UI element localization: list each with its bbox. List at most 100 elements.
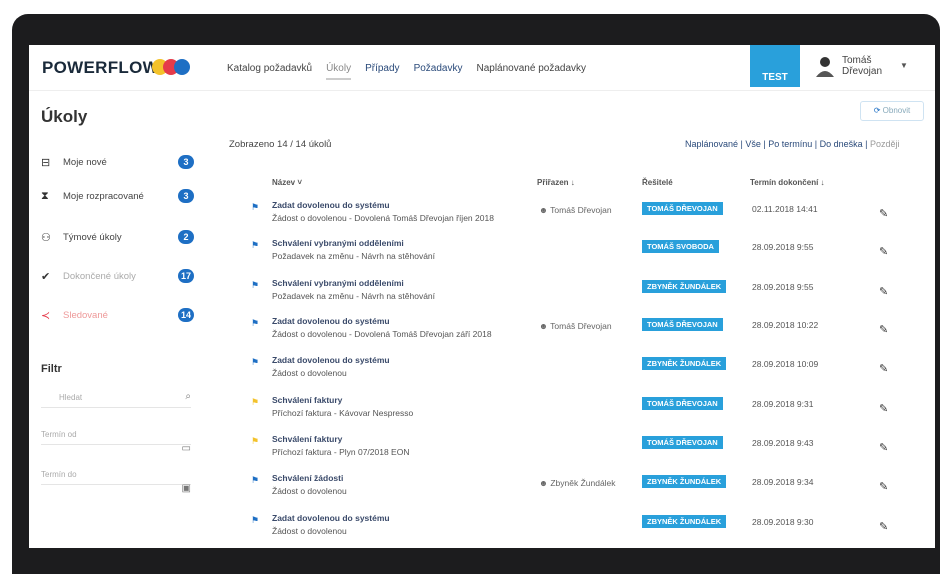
resolver-badge: TOMÁŠ DŘEVOJAN [642, 318, 723, 331]
assignee-name: Tomáš Dřevojan [550, 321, 612, 331]
task-description: Žádost o dovolenou [272, 486, 347, 496]
count-badge: 14 [178, 308, 195, 322]
task-name[interactable]: Zadat dovolenou do systému [272, 200, 390, 210]
task-name[interactable]: Schválení vybranými odděleními [272, 238, 404, 248]
count-badge: 17 [178, 269, 195, 283]
flag-icon: ⚑ [251, 318, 260, 328]
sidebar-item-my-new[interactable]: ⊟ Moje nové 3 [41, 153, 201, 173]
sort-option-planned[interactable]: Naplánované [685, 139, 738, 149]
sidebar-item-my-in-progress[interactable]: ⧗ Moje rozpracované 3 [41, 187, 201, 207]
main-menu: Katalog požadavků Úkoly Případy Požadavk… [227, 63, 586, 80]
resolver-badge: TOMÁŠ DŘEVOJAN [642, 202, 723, 215]
edit-pencil-icon[interactable]: ✎ [879, 362, 888, 375]
sort-option-today[interactable]: Do dneška [820, 139, 863, 149]
column-header-name[interactable]: Název ˅ [272, 178, 302, 187]
edit-pencil-icon[interactable]: ✎ [879, 285, 888, 298]
task-description: Požadavek na změnu - Návrh na stěhování [272, 251, 436, 261]
sort-option-all[interactable]: Vše [745, 139, 761, 149]
count-badge: 3 [178, 155, 194, 169]
column-header-assigned[interactable]: Přiřazen ↓ [537, 178, 575, 187]
count-badge: 2 [178, 230, 194, 244]
edit-pencil-icon[interactable]: ✎ [879, 441, 888, 454]
task-name[interactable]: Zadat dovolenou do systému [272, 513, 390, 523]
task-name[interactable]: Zadat dovolenou do systému [272, 355, 390, 365]
task-description: Příchozí faktura - Plyn 07/2018 EON [272, 447, 410, 457]
edit-pencil-icon[interactable]: ✎ [879, 402, 888, 415]
sort-option-later[interactable]: Později [870, 139, 900, 149]
resolver-badge: ZBYNĚK ŽUNDÁLEK [642, 475, 727, 488]
task-name[interactable]: Zadat dovolenou do systému [272, 316, 390, 326]
table-row[interactable]: ⚑ Schválení faktury Příchozí faktura - Ply… [229, 431, 929, 469]
nav-link-tasks[interactable]: Úkoly [326, 63, 352, 80]
app-logo[interactable]: POWERFLOW [42, 58, 159, 78]
sidebar-item-label: Sledované [63, 310, 108, 321]
nav-link-catalog[interactable]: Katalog požadavků [227, 63, 312, 80]
flag-icon: ⚑ [251, 475, 260, 485]
calendar-icon: ▭ [181, 443, 191, 454]
edit-pencil-icon[interactable]: ✎ [879, 323, 888, 336]
shown-count: Zobrazeno 14 / 14 úkolů [229, 139, 332, 150]
table-row[interactable]: ⚑ Schválení žádosti Žádost o dovolenou ☻ Zb… [229, 470, 929, 508]
edit-pencil-icon[interactable]: ✎ [879, 245, 888, 258]
inbox-icon: ⊟ [41, 157, 51, 169]
filter-date-from-field[interactable]: Termín od ▭ [41, 425, 191, 454]
filter-date-to-field[interactable]: Termín do ▣ [41, 465, 191, 494]
task-assignee: ☻ Tomáš Dřevojan [539, 205, 612, 215]
task-deadline: 28.09.2018 9:55 [752, 242, 814, 252]
task-name[interactable]: Schválení faktury [272, 395, 342, 405]
table-row[interactable]: ⚑ Zadat dovolenou do systému Žádost o dovo… [229, 510, 929, 548]
resolver-badge: ZBYNĚK ŽUNDÁLEK [642, 280, 727, 293]
task-name[interactable]: Schválení žádosti [272, 473, 343, 483]
task-deadline: 28.09.2018 9:31 [752, 399, 814, 409]
task-deadline: 28.09.2018 10:22 [752, 320, 819, 330]
table-row[interactable]: ⚑ Zadat dovolenou do systému Žádost o dovo… [229, 352, 929, 390]
filter-field-label: Termín do [41, 470, 77, 479]
sort-options: Naplánované | Vše | Po termínu | Do dneš… [685, 139, 900, 149]
task-name[interactable]: Schválení faktury [272, 434, 342, 444]
refresh-label: Obnovit [882, 106, 911, 115]
resolver-badge: TOMÁŠ SVOBODA [642, 240, 719, 253]
nav-link-cases[interactable]: Případy [365, 63, 399, 80]
edit-pencil-icon[interactable]: ✎ [879, 207, 888, 220]
task-deadline: 28.09.2018 9:55 [752, 282, 814, 292]
nav-link-requests[interactable]: Požadavky [414, 63, 463, 80]
task-deadline: 28.09.2018 9:43 [752, 438, 814, 448]
user-avatar-icon[interactable] [815, 55, 835, 77]
flag-icon: ⚑ [251, 202, 260, 212]
task-deadline: 28.09.2018 9:30 [752, 517, 814, 527]
edit-pencil-icon[interactable]: ✎ [879, 520, 888, 533]
sort-option-overdue[interactable]: Po termínu [768, 139, 812, 149]
table-row[interactable]: ⚑ Schválení vybranými odděleními Požadavek… [229, 275, 929, 313]
sidebar-item-watched[interactable]: ≺ Sledované 14 [41, 306, 201, 326]
column-header-deadline[interactable]: Termín dokončení ↓ [750, 178, 825, 187]
table-row[interactable]: ⚑ Schválení vybranými odděleními Požadavek… [229, 235, 929, 273]
table-row[interactable]: ⚑ Schválení faktury Příchozí faktura - Káv… [229, 392, 929, 430]
table-row[interactable]: ⚑ Zadat dovolenou do systému Žádost o dovo… [229, 197, 929, 235]
chevron-down-icon[interactable]: ▼ [900, 61, 908, 70]
team-icon: ⚇ [41, 232, 51, 244]
edit-pencil-icon[interactable]: ✎ [879, 480, 888, 493]
task-deadline: 02.11.2018 14:41 [752, 204, 818, 214]
user-icon: ☻ [539, 205, 548, 215]
sidebar-item-completed[interactable]: ✔ Dokončené úkoly 17 [41, 267, 201, 287]
user-icon: ☻ [539, 478, 548, 488]
task-name[interactable]: Schválení vybranými odděleními [272, 278, 404, 288]
count-badge: 3 [178, 189, 194, 203]
app-screen: POWERFLOW Katalog požadavků Úkoly Případ… [29, 45, 935, 548]
logo-dots-icon [152, 59, 192, 75]
refresh-icon: ⟳ [873, 106, 881, 115]
assignee-name: Tomáš Dřevojan [550, 205, 612, 215]
task-deadline: 28.09.2018 9:34 [752, 477, 814, 487]
nav-link-planned-requests[interactable]: Naplánované požadavky [476, 63, 586, 80]
user-name[interactable]: Tomáš Dřevojan [842, 55, 892, 77]
refresh-button[interactable]: ⟳ Obnovit [860, 101, 924, 121]
sidebar-item-label: Moje nové [63, 157, 107, 168]
column-header-resolvers[interactable]: Řešitelé [642, 178, 673, 187]
filter-search-field[interactable]: Hledat ⌕ [41, 388, 191, 408]
task-description: Žádost o dovolenou - Dovolená Tomáš Dřev… [272, 329, 492, 339]
sidebar-item-label: Moje rozpracované [63, 191, 144, 202]
table-row[interactable]: ⚑ Zadat dovolenou do systému Žádost o dovo… [229, 313, 929, 351]
flag-icon: ⚑ [251, 397, 260, 407]
sidebar-item-team-tasks[interactable]: ⚇ Týmové úkoly 2 [41, 228, 201, 248]
page-title: Úkoly [41, 107, 88, 126]
